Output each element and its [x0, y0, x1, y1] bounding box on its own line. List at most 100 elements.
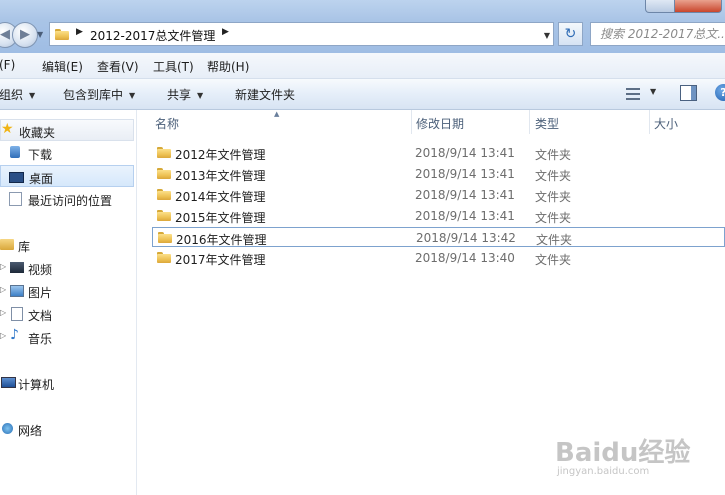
- forward-arrow-icon: ▶: [20, 27, 30, 42]
- change-view-icon[interactable]: [626, 88, 640, 100]
- breadcrumb-arrow-icon[interactable]: ▶: [222, 27, 229, 37]
- view-options-dropdown-icon[interactable]: ▼: [650, 87, 656, 96]
- expand-arrow-icon[interactable]: ▷: [0, 308, 6, 317]
- sidebar-item-music[interactable]: ▷ ♪ 音乐: [0, 326, 134, 348]
- menu-edit[interactable]: 编辑(E): [42, 58, 83, 75]
- file-date-modified: 2018/9/14 13:40: [415, 251, 515, 265]
- address-history-dropdown-icon[interactable]: ▼: [540, 27, 554, 45]
- file-type: 文件夹: [535, 211, 572, 225]
- column-divider[interactable]: [529, 110, 530, 134]
- table-row[interactable]: 2013年文件管理 2018/9/14 13:41 文件夹: [152, 164, 725, 184]
- file-date-modified: 2018/9/14 13:41: [415, 188, 515, 202]
- sidebar-item-network[interactable]: 网络: [0, 418, 134, 440]
- sidebar-item-recent-places[interactable]: 最近访问的位置: [0, 188, 134, 210]
- menu-file[interactable]: (F): [0, 58, 15, 72]
- sidebar-item-label: 视频: [28, 263, 53, 277]
- folder-icon: [55, 29, 69, 40]
- library-icon: [0, 239, 14, 250]
- star-icon: ★: [1, 121, 14, 137]
- chevron-down-icon: ▼: [129, 91, 136, 100]
- refresh-icon: ↻: [564, 26, 577, 42]
- close-button[interactable]: [674, 0, 722, 13]
- forward-button[interactable]: ▶: [12, 22, 38, 48]
- search-input[interactable]: 搜索 2012-2017总文...: [590, 22, 725, 46]
- sidebar-item-label: 库: [18, 240, 31, 254]
- file-name: 2017年文件管理: [175, 253, 266, 267]
- sidebar-item-documents[interactable]: ▷ 文档: [0, 303, 134, 325]
- sidebar-item-pictures[interactable]: ▷ 图片: [0, 280, 134, 302]
- breadcrumb-arrow-icon[interactable]: ▶: [76, 27, 83, 37]
- table-row[interactable]: 2016年文件管理 2018/9/14 13:42 文件夹: [152, 227, 725, 247]
- maximize-button[interactable]: [645, 0, 675, 13]
- column-header-size[interactable]: 大小: [654, 115, 678, 132]
- sidebar-item-label: 最近访问的位置: [28, 194, 113, 208]
- navigation-pane: ★ 收藏夹 下载 桌面 最近访问的位置 库 ▷ 视频 ▷ 图片 ▷ 文档 ▷ ♪…: [0, 110, 137, 495]
- sidebar-item-label: 音乐: [28, 332, 53, 346]
- menu-tools[interactable]: 工具(T): [153, 58, 194, 75]
- picture-library-icon: [10, 285, 24, 297]
- file-name: 2016年文件管理: [176, 233, 267, 247]
- folder-icon: [157, 168, 171, 179]
- preview-pane-icon[interactable]: [680, 85, 697, 101]
- sidebar-item-label: 下载: [28, 148, 53, 162]
- document-library-icon: [11, 307, 23, 321]
- table-row[interactable]: 2014年文件管理 2018/9/14 13:41 文件夹: [152, 185, 725, 205]
- network-icon: [2, 423, 13, 434]
- file-type: 文件夹: [535, 169, 572, 183]
- help-icon[interactable]: ?: [715, 84, 725, 101]
- include-in-library-label: 包含到库中: [63, 88, 124, 102]
- download-folder-icon: [10, 146, 20, 158]
- sidebar-item-computer[interactable]: 计算机: [0, 372, 134, 394]
- sidebar-item-downloads[interactable]: 下载: [0, 142, 134, 164]
- file-type: 文件夹: [535, 148, 572, 162]
- expand-arrow-icon[interactable]: ▷: [0, 331, 6, 340]
- folder-icon: [158, 232, 172, 243]
- breadcrumb-current-folder[interactable]: 2012-2017总文件管理: [90, 27, 215, 44]
- file-date-modified: 2018/9/14 13:41: [415, 209, 515, 223]
- organize-button[interactable]: 组织 ▼: [0, 86, 35, 103]
- table-row[interactable]: 2015年文件管理 2018/9/14 13:41 文件夹: [152, 206, 725, 226]
- sidebar-item-label: 收藏夹: [19, 126, 56, 140]
- sidebar-item-label: 图片: [28, 286, 53, 300]
- expand-arrow-icon[interactable]: ▷: [0, 285, 6, 294]
- command-toolbar: 组织 ▼ 包含到库中 ▼ 共享 ▼ 新建文件夹 ▼ ?: [0, 79, 725, 110]
- file-name: 2014年文件管理: [175, 190, 266, 204]
- address-bar[interactable]: ▶ 2012-2017总文件管理 ▶: [49, 22, 554, 46]
- folder-icon: [157, 189, 171, 200]
- sidebar-item-videos[interactable]: ▷ 视频: [0, 257, 134, 279]
- expand-arrow-icon[interactable]: ▷: [0, 262, 6, 271]
- video-library-icon: [10, 262, 24, 273]
- file-name: 2015年文件管理: [175, 211, 266, 225]
- new-folder-button[interactable]: 新建文件夹: [235, 86, 295, 103]
- folder-icon: [157, 147, 171, 158]
- column-header-type[interactable]: 类型: [535, 115, 559, 132]
- file-list-view: ▲ 名称 修改日期 类型 大小 2012年文件管理 2018/9/14 13:4…: [137, 110, 725, 495]
- table-row[interactable]: 2017年文件管理 2018/9/14 13:40 文件夹: [152, 248, 725, 268]
- music-note-icon: ♪: [10, 327, 19, 343]
- computer-icon: [1, 377, 16, 388]
- sidebar-item-libraries[interactable]: 库: [0, 234, 134, 256]
- sidebar-item-desktop[interactable]: 桌面: [0, 165, 134, 187]
- menu-view[interactable]: 查看(V): [97, 58, 139, 75]
- file-date-modified: 2018/9/14 13:42: [416, 231, 516, 245]
- column-divider[interactable]: [649, 110, 650, 134]
- column-header-date-modified[interactable]: 修改日期: [416, 115, 464, 132]
- file-type: 文件夹: [536, 233, 573, 247]
- folder-icon: [157, 210, 171, 221]
- sidebar-item-label: 文档: [28, 309, 53, 323]
- share-label: 共享: [167, 88, 192, 102]
- sidebar-item-label: 网络: [18, 424, 43, 438]
- file-name: 2012年文件管理: [175, 148, 266, 162]
- refresh-button[interactable]: ↻: [558, 22, 583, 46]
- title-bar: ◀ ▶ ▼ ▶ 2012-2017总文件管理 ▶ ▼ ↻ 搜索 2012-201…: [0, 0, 725, 53]
- table-row[interactable]: 2012年文件管理 2018/9/14 13:41 文件夹: [152, 143, 725, 163]
- file-name: 2013年文件管理: [175, 169, 266, 183]
- recent-pages-dropdown-icon[interactable]: ▼: [37, 30, 43, 39]
- sidebar-item-favorites[interactable]: ★ 收藏夹: [0, 119, 134, 141]
- column-divider[interactable]: [411, 110, 412, 134]
- recent-places-icon: [9, 192, 22, 206]
- include-in-library-button[interactable]: 包含到库中 ▼: [63, 86, 135, 103]
- column-header-name[interactable]: 名称: [155, 115, 179, 132]
- share-button[interactable]: 共享 ▼: [167, 86, 203, 103]
- menu-help[interactable]: 帮助(H): [207, 58, 249, 75]
